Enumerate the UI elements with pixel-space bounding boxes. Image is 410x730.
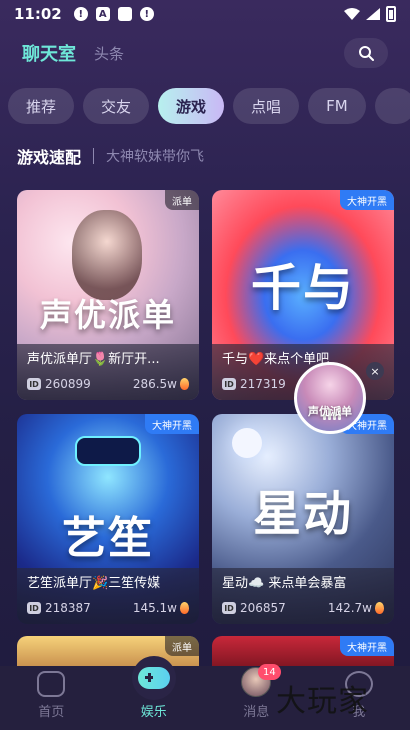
room-id: 206857 [240, 601, 286, 615]
status-icons-left: ! A ! [73, 7, 154, 21]
nav-entertainment[interactable]: 娱乐 [103, 656, 206, 730]
tab-chatroom[interactable]: 聊天室 [22, 40, 76, 66]
alert-icon: ! [139, 7, 154, 21]
room-cover-title: 声优派单 [39, 296, 176, 334]
room-card[interactable]: 派单 声优派单 声优派单厅🌷新厅开... ID 260899 286.5w [17, 190, 199, 400]
room-cover-title: 艺笙 [62, 513, 154, 564]
room-meta: ID 260899 286.5w [27, 375, 189, 393]
nav-label: 娱乐 [140, 705, 167, 720]
floating-room-label: 声优派单 [308, 405, 352, 418]
status-time: 11:02 [14, 5, 62, 23]
popularity-value: 142.7w [327, 601, 372, 615]
section-subtitle: 大神软妹带你飞 [106, 149, 205, 165]
room-id: 217319 [240, 377, 286, 391]
section-divider [93, 148, 95, 164]
room-meta: ID 218387 145.1w [27, 599, 189, 617]
category-chips: 推荐 交友 游戏 点唱 FM [8, 88, 410, 124]
room-id: 260899 [45, 377, 91, 391]
status-icons-right [344, 6, 396, 22]
flame-icon [375, 602, 384, 614]
room-info: 声优派单厅🌷新厅开... ID 260899 286.5w [17, 344, 199, 400]
id-badge-icon: ID [27, 378, 41, 390]
room-tag: 大神开黑 [145, 414, 199, 434]
watermark: 大玩家 [276, 684, 369, 719]
popularity-value: 286.5w [132, 377, 177, 391]
id-badge-icon: ID [27, 602, 41, 614]
nav-home[interactable]: 首页 [0, 666, 103, 730]
section-title: 游戏速配 [17, 148, 82, 167]
room-card[interactable]: 大神开黑 艺笙 艺笙派单厅🎉三笙传媒 ID 218387 145.1w [17, 414, 199, 624]
nav-label: 首页 [38, 705, 65, 720]
room-card[interactable]: 大神开黑 星动 星动☁️ 来点单会暴富 ID 206857 142.7w [212, 414, 394, 624]
chip-fm[interactable]: FM [308, 88, 366, 124]
flame-icon [180, 602, 189, 614]
square-icon [117, 7, 132, 21]
a-icon: A [95, 7, 110, 21]
flame-icon [180, 378, 189, 390]
room-tag: 大神开黑 [340, 636, 394, 656]
room-name: 声优派单厅🌷新厅开... [27, 352, 160, 367]
tab-headlines[interactable]: 头条 [94, 43, 124, 64]
section-header: 游戏速配 大神软妹带你飞 [17, 144, 204, 168]
alert-icon: ! [73, 7, 88, 21]
room-cover-title: 星动 [252, 486, 353, 542]
popularity-value: 145.1w [132, 601, 177, 615]
room-meta: ID 206857 142.7w [222, 599, 384, 617]
wifi-icon [344, 8, 360, 20]
nav-label: 消息 [243, 705, 270, 720]
chip-sing[interactable]: 点唱 [233, 88, 300, 124]
close-icon[interactable]: × [366, 362, 384, 380]
room-name: 星动☁️ 来点单会暴富 [222, 576, 347, 591]
chip-recommend[interactable]: 推荐 [8, 88, 75, 124]
room-info: 艺笙派单厅🎉三笙传媒 ID 218387 145.1w [17, 568, 199, 624]
signal-icon [366, 8, 380, 20]
id-badge-icon: ID [222, 602, 236, 614]
search-button[interactable] [344, 38, 388, 68]
header: 聊天室 头条 [0, 36, 410, 70]
room-name: 艺笙派单厅🎉三笙传媒 [27, 576, 161, 591]
room-popularity: 145.1w [133, 601, 189, 615]
room-tag: 派单 [165, 190, 199, 210]
room-tag: 大神开黑 [340, 190, 394, 210]
chip-games[interactable]: 游戏 [158, 88, 225, 124]
id-badge-icon: ID [222, 378, 236, 390]
search-icon [359, 46, 374, 61]
room-name: 千与❤️来点个单吧 [222, 352, 330, 367]
room-cover-title: 千与 [251, 258, 355, 317]
room-popularity: 286.5w [133, 377, 189, 391]
room-tag: 派单 [165, 636, 199, 656]
room-card-partial[interactable]: 大神开黑 [212, 636, 394, 670]
home-icon [37, 671, 66, 697]
battery-icon [386, 6, 396, 22]
room-info: 星动☁️ 来点单会暴富 ID 206857 142.7w [212, 568, 394, 624]
gamepad-icon [131, 656, 176, 700]
chip-friends[interactable]: 交友 [83, 88, 150, 124]
room-id: 218387 [45, 601, 91, 615]
status-bar: 11:02 ! A ! [0, 0, 410, 28]
floating-room-bubble[interactable]: 声优派单 [294, 362, 366, 434]
room-popularity: 142.7w [328, 601, 384, 615]
chip-more[interactable] [374, 88, 410, 124]
